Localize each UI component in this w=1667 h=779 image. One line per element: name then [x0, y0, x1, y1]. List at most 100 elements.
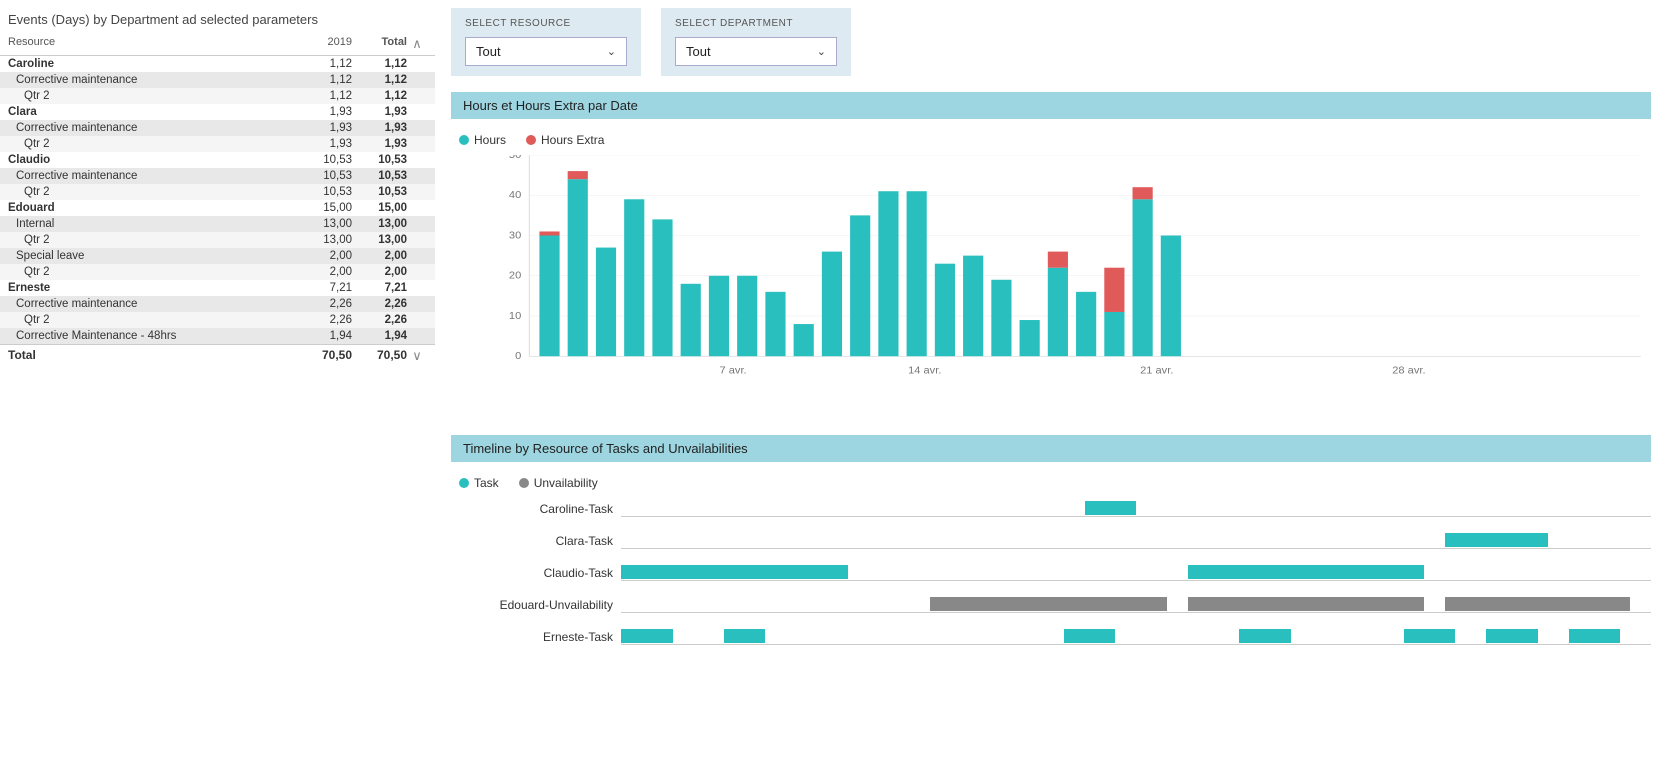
table-row: Qtr 2 10,53 10,53 — [0, 184, 435, 200]
row-resource: Qtr 2 — [24, 266, 292, 278]
row-total: 2,00 — [352, 266, 407, 278]
timeline-track — [621, 597, 1651, 613]
table-row: Internal 13,00 13,00 — [0, 216, 435, 232]
select-resource-control[interactable]: Tout ⌄ — [465, 37, 627, 66]
timeline-bar — [1085, 501, 1137, 515]
left-panel-title: Events (Days) by Department ad selected … — [0, 8, 435, 33]
row-resource: Caroline — [8, 58, 292, 70]
table-row: Corrective maintenance 1,12 1,12 — [0, 72, 435, 88]
bar-chart-section: Hours et Hours Extra par Date Hours Hour… — [451, 92, 1651, 415]
table-row: Edouard 15,00 15,00 — [0, 200, 435, 216]
row-resource: Special leave — [16, 250, 292, 262]
table-body: Caroline 1,12 1,12 Corrective maintenanc… — [0, 56, 435, 344]
timeline-bar — [724, 629, 765, 643]
legend-hours-extra-dot — [526, 135, 536, 145]
row-total: 1,12 — [352, 90, 407, 102]
row-year: 1,12 — [292, 58, 352, 70]
row-resource: Qtr 2 — [24, 234, 292, 246]
row-year: 1,93 — [292, 106, 352, 118]
select-resource-value: Tout — [476, 44, 501, 59]
right-panel: SELECT RESOURCE Tout ⌄ SELECT DEPARTMENT… — [435, 0, 1667, 779]
scroll-up-btn[interactable]: ∧ — [407, 36, 427, 52]
select-resource-arrow: ⌄ — [607, 45, 616, 58]
timeline-track — [621, 565, 1651, 581]
timeline-track — [621, 501, 1651, 517]
row-total: 1,93 — [352, 138, 407, 150]
bar-chart-legend: Hours Hours Extra — [451, 129, 1651, 155]
timeline-bar — [1569, 629, 1621, 643]
timeline-row-label: Erneste-Task — [461, 630, 621, 644]
legend-unavailability-dot — [519, 478, 529, 488]
timeline-row: Caroline-Task — [461, 498, 1651, 520]
row-total: 10,53 — [352, 186, 407, 198]
row-total: 15,00 — [352, 202, 407, 214]
total-year: 70,50 — [292, 348, 352, 364]
row-total: 1,12 — [352, 74, 407, 86]
row-year: 2,00 — [292, 250, 352, 262]
row-year: 2,00 — [292, 266, 352, 278]
row-year: 7,21 — [292, 282, 352, 294]
select-resource-group: SELECT RESOURCE Tout ⌄ — [451, 8, 641, 76]
timeline-row: Erneste-Task — [461, 626, 1651, 648]
legend-hours: Hours — [459, 133, 506, 147]
timeline-bar — [621, 629, 673, 643]
select-department-label: SELECT DEPARTMENT — [675, 18, 837, 29]
timeline-row: Claudio-Task — [461, 562, 1651, 584]
select-department-value: Tout — [686, 44, 711, 59]
table-row: Qtr 2 1,93 1,93 — [0, 136, 435, 152]
select-department-control[interactable]: Tout ⌄ — [675, 37, 837, 66]
table-row: Qtr 2 1,12 1,12 — [0, 88, 435, 104]
row-year: 13,00 — [292, 218, 352, 230]
row-resource: Claudio — [8, 154, 292, 166]
timeline-bar — [1445, 597, 1630, 611]
row-year: 1,12 — [292, 74, 352, 86]
row-year: 1,93 — [292, 122, 352, 134]
legend-task-dot — [459, 478, 469, 488]
left-panel: Events (Days) by Department ad selected … — [0, 0, 435, 779]
row-resource: Corrective maintenance — [16, 170, 292, 182]
row-total: 10,53 — [352, 154, 407, 166]
row-resource: Erneste — [8, 282, 292, 294]
table-row: Special leave 2,00 2,00 — [0, 248, 435, 264]
row-total: 1,12 — [352, 58, 407, 70]
legend-unavailability-label: Unvailability — [534, 476, 598, 490]
timeline-row-label: Caroline-Task — [461, 502, 621, 516]
timeline-track — [621, 533, 1651, 549]
table-row: Qtr 2 13,00 13,00 — [0, 232, 435, 248]
row-year: 15,00 — [292, 202, 352, 214]
select-row: SELECT RESOURCE Tout ⌄ SELECT DEPARTMENT… — [451, 8, 1651, 76]
row-resource: Internal — [16, 218, 292, 230]
row-year: 10,53 — [292, 186, 352, 198]
row-resource: Clara — [8, 106, 292, 118]
row-resource: Qtr 2 — [24, 314, 292, 326]
timeline-bar — [1188, 597, 1425, 611]
header-resource: Resource — [8, 36, 292, 52]
total-total: 70,50 — [352, 348, 407, 364]
row-resource: Corrective Maintenance - 48hrs — [16, 330, 292, 342]
table-row: Corrective maintenance 10,53 10,53 — [0, 168, 435, 184]
header-year: 2019 — [292, 36, 352, 52]
row-total: 2,26 — [352, 298, 407, 310]
timeline-body: Caroline-TaskClara-TaskClaudio-TaskEdoua… — [451, 498, 1651, 648]
row-year: 2,26 — [292, 298, 352, 310]
timeline-bar — [1404, 629, 1456, 643]
table-row: Corrective maintenance 1,93 1,93 — [0, 120, 435, 136]
bar-chart-container: 0 10 20 30 40 50 7 avr.14 avr.21 avr.28 … — [451, 155, 1651, 415]
row-resource: Qtr 2 — [24, 138, 292, 150]
table-row: Erneste 7,21 7,21 — [0, 280, 435, 296]
table-row: Qtr 2 2,26 2,26 — [0, 312, 435, 328]
legend-hours-label: Hours — [474, 133, 506, 147]
timeline-section: Timeline by Resource of Tasks and Unvail… — [451, 435, 1651, 648]
legend-hours-dot — [459, 135, 469, 145]
row-total: 2,26 — [352, 314, 407, 326]
timeline-row: Clara-Task — [461, 530, 1651, 552]
row-resource: Qtr 2 — [24, 90, 292, 102]
scroll-down-btn[interactable]: ∨ — [407, 348, 427, 364]
total-resource: Total — [8, 348, 292, 364]
legend-hours-extra-label: Hours Extra — [541, 133, 604, 147]
row-total: 13,00 — [352, 234, 407, 246]
legend-unavailability: Unvailability — [519, 476, 598, 490]
row-year: 2,26 — [292, 314, 352, 326]
table-row: Caroline 1,12 1,12 — [0, 56, 435, 72]
row-year: 1,93 — [292, 138, 352, 150]
